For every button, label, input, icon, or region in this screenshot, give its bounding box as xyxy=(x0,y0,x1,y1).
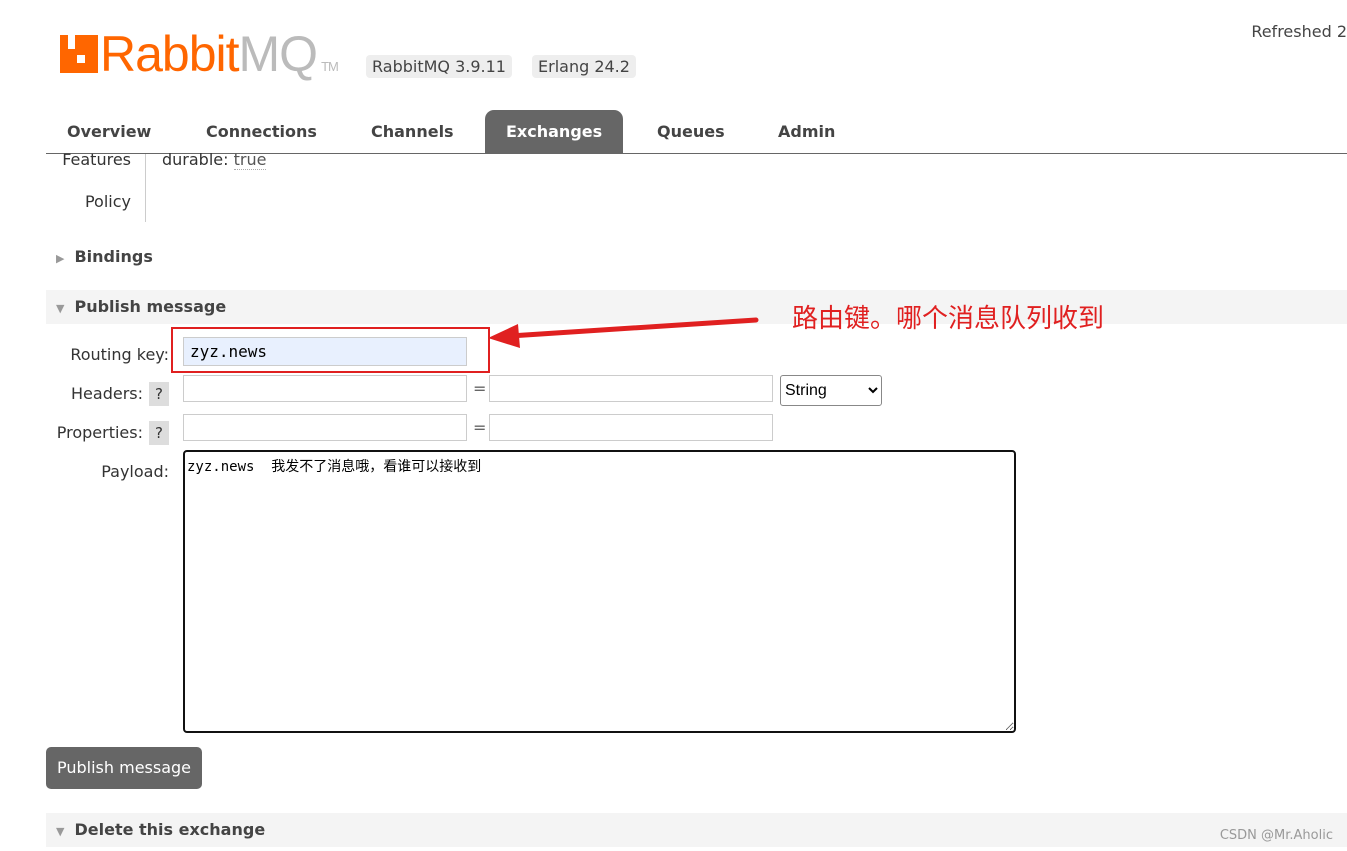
delete-section-toggle[interactable]: ▼ Delete this exchange xyxy=(46,813,1347,847)
bindings-section-toggle[interactable]: ▶ Bindings xyxy=(46,240,1347,274)
header-key-input[interactable] xyxy=(183,375,467,402)
equals-sign: = xyxy=(473,379,487,398)
version-badge: RabbitMQ 3.9.11 xyxy=(366,55,512,78)
triangle-down-icon: ▼ xyxy=(56,825,65,838)
property-value-input[interactable] xyxy=(489,414,773,441)
main-nav: Overview Connections Channels Exchanges … xyxy=(46,110,1347,154)
rabbitmq-logo[interactable]: RabbitMQ TM xyxy=(60,26,339,95)
features-value: durable: true xyxy=(162,150,267,170)
payload-textarea[interactable]: zyz.news 我发不了消息哦，看谁可以接收到 xyxy=(183,450,1016,733)
erlang-badge: Erlang 24.2 xyxy=(532,55,636,78)
headers-label: Headers: xyxy=(71,384,143,403)
policy-label: Policy xyxy=(84,192,131,211)
tab-overview[interactable]: Overview xyxy=(46,110,172,153)
payload-label: Payload: xyxy=(101,462,169,481)
tab-connections[interactable]: Connections xyxy=(185,110,338,153)
rabbit-logo-icon xyxy=(60,29,98,73)
properties-help-button[interactable]: ? xyxy=(149,421,169,445)
tab-exchanges[interactable]: Exchanges xyxy=(485,110,624,153)
headers-help-button[interactable]: ? xyxy=(149,382,169,406)
publish-message-button[interactable]: Publish message xyxy=(46,747,203,789)
divider xyxy=(145,154,146,222)
triangle-right-icon: ▶ xyxy=(56,252,65,265)
features-label: Features xyxy=(62,150,131,169)
annotation-text: 路由键。哪个消息队列收到 xyxy=(792,304,1105,334)
tab-channels[interactable]: Channels xyxy=(350,110,475,153)
header-type-select[interactable]: String xyxy=(780,375,882,406)
annotation-highlight-box xyxy=(171,327,490,373)
triangle-down-icon: ▼ xyxy=(56,302,65,315)
tab-queues[interactable]: Queues xyxy=(636,110,746,153)
properties-label: Properties: xyxy=(56,423,143,442)
tab-admin[interactable]: Admin xyxy=(757,110,856,153)
property-key-input[interactable] xyxy=(183,414,467,441)
equals-sign: = xyxy=(473,418,487,437)
routing-key-label: Routing key: xyxy=(70,345,169,364)
annotation-arrow-icon xyxy=(488,317,759,348)
header-value-input[interactable] xyxy=(489,375,773,402)
refreshed-status: Refreshed 2 xyxy=(1251,22,1347,41)
watermark: CSDN @Mr.Aholic xyxy=(1219,828,1333,843)
